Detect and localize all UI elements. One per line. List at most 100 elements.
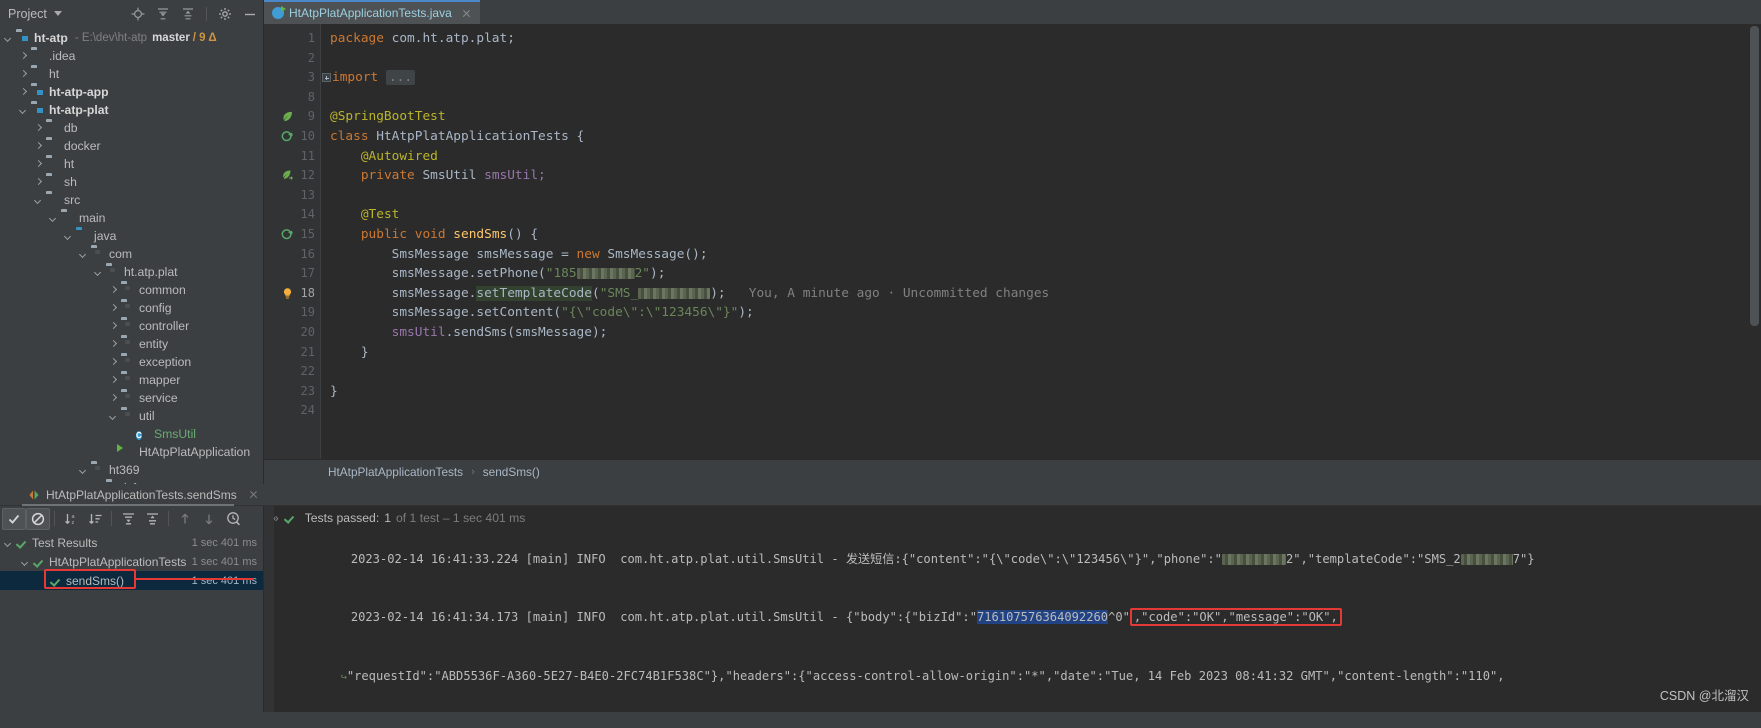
tree-row-config[interactable]: config xyxy=(0,299,263,317)
tree-row-com[interactable]: com xyxy=(0,245,263,263)
tree-row-smsutil[interactable]: C SmsUtil xyxy=(0,425,263,443)
console-output[interactable]: » Tests passed: 1 of 1 test – 1 sec 401 … xyxy=(264,506,1761,712)
code-content[interactable]: package com.ht.atp.plat; import ... @Spr… xyxy=(320,24,1761,459)
breadcrumb-method[interactable]: sendSms() xyxy=(483,465,540,479)
chevron-down-icon[interactable] xyxy=(4,34,13,43)
chevron-right-icon[interactable] xyxy=(109,394,118,403)
test-tree[interactable]: Test Results 1 sec 401 ms HtAtpPlatApplica… xyxy=(0,531,263,590)
tree-row-ht-atp-plat[interactable]: ht-atp-plat xyxy=(0,101,263,119)
tree-row-db[interactable]: db xyxy=(0,119,263,137)
toolbar-divider xyxy=(206,6,207,21)
tree-row-service[interactable]: service xyxy=(0,389,263,407)
test-tree-row-htatpplatapplicationtests[interactable]: HtAtpPlatApplicationTests 1 sec 401 ms xyxy=(0,552,263,571)
close-icon[interactable] xyxy=(461,8,472,19)
package-folder-icon xyxy=(121,283,135,297)
chevron-right-icon[interactable] xyxy=(109,358,118,367)
chevron-down-icon[interactable] xyxy=(19,106,28,115)
sort-by-duration-icon[interactable] xyxy=(83,508,107,530)
chevron-right-icon[interactable] xyxy=(34,124,43,133)
code-editor[interactable]: 1 2 3 8 9 10 11 12 13 14 15 16 17 18 19 20 21 22 23 24 pack… xyxy=(264,24,1761,459)
tree-row-mapper[interactable]: mapper xyxy=(0,371,263,389)
test-tree-row-test-results[interactable]: Test Results 1 sec 401 ms xyxy=(0,533,263,552)
test-history-icon[interactable] xyxy=(221,508,245,530)
tree-row-ht[interactable]: ht xyxy=(0,155,263,173)
chevron-down-icon[interactable] xyxy=(53,11,62,16)
chevron-down-icon[interactable] xyxy=(64,232,73,241)
scrollbar-thumb[interactable] xyxy=(1750,26,1759,326)
collapse-all-icon[interactable] xyxy=(181,7,195,21)
tree-row-htatpplatapplication[interactable]: HtAtpPlatApplication xyxy=(0,443,263,461)
chevron-right-icon[interactable] xyxy=(19,88,28,97)
code-line-9: @SpringBootTest xyxy=(330,109,446,125)
chevron-down-icon[interactable] xyxy=(21,557,30,566)
tree-row-entity[interactable]: entity xyxy=(0,335,263,353)
chevron-down-icon[interactable] xyxy=(109,412,118,421)
editor-tab-htatpplatapplicationtests[interactable]: HtAtpPlatApplicationTests.java xyxy=(264,0,480,24)
tree-row-ht-atp-app[interactable]: ht-atp-app xyxy=(0,83,263,101)
tree-row-util[interactable]: util xyxy=(0,407,263,425)
spring-test-class-icon xyxy=(272,6,286,19)
next-failed-icon[interactable] xyxy=(197,508,221,530)
chevron-down-icon[interactable] xyxy=(94,268,103,277)
minimize-icon[interactable] xyxy=(243,7,257,21)
breadcrumb[interactable]: HtAtpPlatApplicationTests › sendSms() xyxy=(264,460,1761,484)
run-test-icon[interactable] xyxy=(281,130,294,143)
tree-row-common[interactable]: common xyxy=(0,281,263,299)
chevron-right-icon[interactable] xyxy=(109,322,118,331)
chevron-right-icon[interactable] xyxy=(19,70,28,79)
chevron-down-icon[interactable] xyxy=(34,196,43,205)
chevron-down-icon[interactable] xyxy=(4,538,13,547)
sort-alphabetically-icon[interactable]: az xyxy=(59,508,83,530)
expand-all-icon[interactable] xyxy=(116,508,140,530)
code-line-18: smsMessage.setTemplateCode("SMS_); You, … xyxy=(391,285,1050,301)
tree-row-root[interactable]: ht-atp - E:\dev\ht-atp master / 9 Δ xyxy=(0,29,263,47)
expand-all-icon[interactable] xyxy=(156,7,170,21)
run-test-icon[interactable] xyxy=(281,228,294,241)
gutter-line-10: 10 xyxy=(264,127,320,147)
chevron-down-icon[interactable] xyxy=(79,250,88,259)
chevron-down-icon[interactable] xyxy=(79,466,88,475)
tree-row-ht369[interactable]: ht369 xyxy=(0,461,263,479)
gutter-line-21: 21 xyxy=(264,343,320,363)
tree-row-controller[interactable]: controller xyxy=(0,317,263,335)
collapse-all-icon[interactable] xyxy=(140,508,164,530)
tree-row-src[interactable]: src xyxy=(0,191,263,209)
folded-imports[interactable]: ... xyxy=(385,70,416,86)
tree-row-ht[interactable]: ht xyxy=(0,65,263,83)
breadcrumb-class[interactable]: HtAtpPlatApplicationTests xyxy=(328,465,463,479)
gear-icon[interactable] xyxy=(218,7,232,21)
chevron-right-icon[interactable] xyxy=(109,304,118,313)
chevron-right-icon[interactable] xyxy=(109,286,118,295)
tree-row-ht-atp-plat[interactable]: ht.atp.plat xyxy=(0,263,263,281)
project-tree[interactable]: ht-atp - E:\dev\ht-atp master / 9 Δ .ide… xyxy=(0,27,263,497)
hide-ignored-icon[interactable] xyxy=(26,507,50,530)
chevron-right-icon[interactable] xyxy=(34,160,43,169)
chevron-right-icon[interactable] xyxy=(34,178,43,187)
tree-row-exception[interactable]: exception xyxy=(0,353,263,371)
bean-icon[interactable] xyxy=(281,169,294,182)
code-ok-highlight-box: ,"code":"OK","message":"OK", xyxy=(1129,608,1342,626)
test-tree-row-sendsms-[interactable]: sendSms() 1 sec 401 ms xyxy=(0,571,263,590)
show-passed-icon[interactable] xyxy=(2,507,26,530)
close-icon[interactable] xyxy=(248,489,259,500)
chevron-down-icon[interactable] xyxy=(49,214,58,223)
chevron-right-icon[interactable] xyxy=(19,52,28,61)
chevron-right-icon[interactable] xyxy=(109,376,118,385)
tree-row-main[interactable]: main xyxy=(0,209,263,227)
tree-row-docker[interactable]: docker xyxy=(0,137,263,155)
spring-leaf-icon[interactable] xyxy=(281,110,294,123)
prev-failed-icon[interactable] xyxy=(173,508,197,530)
run-tab-sendsms[interactable]: HtAtpPlatApplicationTests.sendSms xyxy=(22,484,265,505)
tree-row-sh[interactable]: sh xyxy=(0,173,263,191)
gutter-line-13: 13 xyxy=(264,186,320,206)
locate-icon[interactable] xyxy=(131,7,145,21)
chevron-right-icon[interactable] xyxy=(109,340,118,349)
editor-vertical-scrollbar[interactable] xyxy=(1748,24,1761,459)
tree-row--idea[interactable]: .idea xyxy=(0,47,263,65)
tree-row-java[interactable]: java xyxy=(0,227,263,245)
tree-label: controller xyxy=(139,318,190,333)
chevron-right-icon[interactable] xyxy=(34,142,43,151)
fold-expand-icon[interactable] xyxy=(322,73,331,83)
test-label: Test Results xyxy=(32,535,98,550)
lightbulb-icon[interactable] xyxy=(281,287,294,300)
